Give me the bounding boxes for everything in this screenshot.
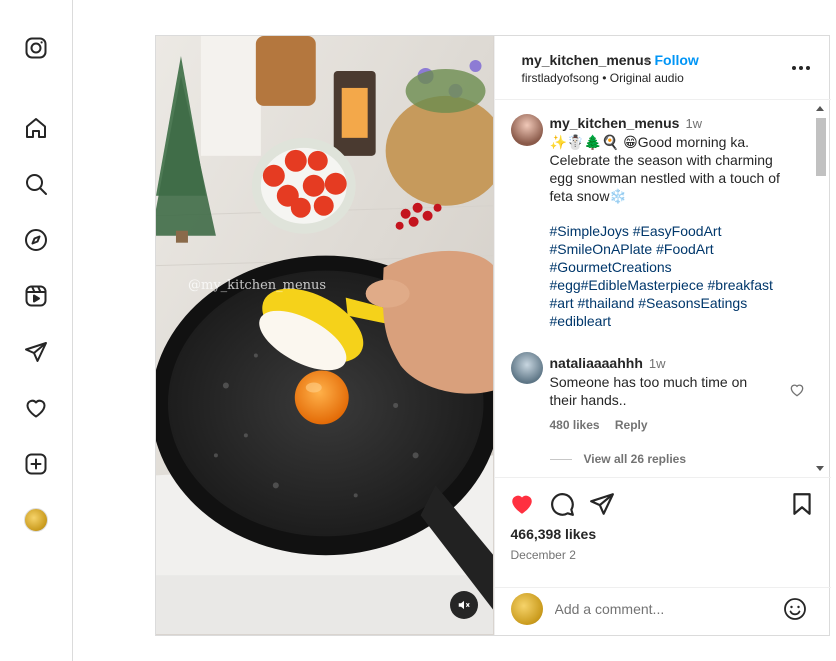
comment-like-heart-icon[interactable] bbox=[789, 382, 805, 398]
explore-icon[interactable] bbox=[22, 226, 50, 254]
post-likes-count[interactable]: 466,398 likes bbox=[511, 526, 597, 542]
share-paper-plane-icon[interactable] bbox=[589, 491, 615, 517]
video-frame bbox=[156, 36, 494, 635]
comment-item: nataliaaaahhh 1w Someone has too much tim… bbox=[550, 354, 775, 409]
follow-button[interactable]: Follow bbox=[655, 52, 699, 68]
caption-text: my_kitchen_menus 1w ✨☃️🌲🍳 😁Good morning k… bbox=[550, 114, 800, 205]
audio-attribution[interactable]: firstladyofsong • Original audio bbox=[522, 71, 684, 85]
home-icon[interactable] bbox=[22, 114, 50, 142]
view-replies-button[interactable]: View all 26 replies bbox=[550, 452, 687, 466]
video-watermark: @my_kitchen_menus bbox=[188, 278, 327, 293]
caption-hashtags[interactable]: #SimpleJoys #EasyFoodArt #SmileOnAPlate … bbox=[550, 222, 800, 330]
scroll-up-arrow-icon[interactable] bbox=[816, 106, 824, 111]
post-actions: 466,398 likes December 2 bbox=[494, 477, 831, 587]
comment-bubble-icon[interactable] bbox=[549, 491, 575, 517]
left-nav bbox=[0, 0, 73, 661]
reels-icon[interactable] bbox=[22, 282, 50, 310]
search-icon[interactable] bbox=[22, 170, 50, 198]
mute-button[interactable] bbox=[449, 591, 478, 619]
post-author-username[interactable]: my_kitchen_menus bbox=[522, 52, 652, 68]
commenter-avatar[interactable] bbox=[510, 352, 543, 384]
post-date[interactable]: December 2 bbox=[511, 548, 576, 562]
more-dots-icon bbox=[798, 66, 803, 70]
caption-time[interactable]: 1w bbox=[685, 116, 702, 131]
comments-list[interactable]: my_kitchen_menus 1w ✨☃️🌲🍳 😁Good morning k… bbox=[495, 100, 831, 477]
messages-icon[interactable] bbox=[22, 338, 50, 366]
comments-scrollbar[interactable] bbox=[815, 100, 827, 477]
avatar bbox=[24, 508, 48, 532]
header-separator: • bbox=[644, 52, 650, 68]
more-options-button[interactable] bbox=[791, 60, 811, 76]
comment-body: Someone has too much time on their hands… bbox=[549, 374, 748, 408]
caption-username[interactable]: my_kitchen_menus bbox=[550, 115, 680, 131]
emoji-picker-icon[interactable] bbox=[783, 597, 807, 621]
comment-reply-button[interactable]: Reply bbox=[615, 418, 648, 432]
add-comment-input[interactable] bbox=[554, 597, 775, 621]
comment-username[interactable]: nataliaaaahhh bbox=[550, 355, 643, 371]
post-dialog: @my_kitchen_menus my_kitchen_menus • Fol… bbox=[155, 35, 831, 636]
comment-likes-count[interactable]: 480 likes bbox=[550, 418, 600, 432]
caption-author-avatar[interactable] bbox=[510, 114, 543, 146]
more-dots-icon bbox=[791, 66, 796, 70]
scroll-down-arrow-icon[interactable] bbox=[816, 466, 824, 471]
instagram-logo-icon[interactable] bbox=[22, 34, 50, 62]
caption-body: ✨☃️🌲🍳 😁Good morning ka. Celebrate the se… bbox=[549, 134, 780, 204]
add-comment-bar bbox=[494, 587, 831, 635]
save-bookmark-icon[interactable] bbox=[789, 491, 815, 517]
comment-time[interactable]: 1w bbox=[649, 356, 666, 371]
post-side-panel: my_kitchen_menus • Follow firstladyofson… bbox=[493, 36, 831, 635]
volume-muted-icon bbox=[458, 600, 470, 610]
post-header: my_kitchen_menus • Follow firstladyofson… bbox=[494, 36, 831, 100]
current-user-avatar bbox=[510, 593, 543, 625]
profile-avatar[interactable] bbox=[22, 506, 50, 534]
view-replies-label: View all 26 replies bbox=[583, 452, 687, 466]
scrollbar-thumb[interactable] bbox=[816, 118, 826, 176]
create-icon[interactable] bbox=[22, 450, 50, 478]
more-dots-icon bbox=[805, 66, 810, 70]
like-heart-icon[interactable] bbox=[509, 491, 535, 517]
notifications-icon[interactable] bbox=[22, 394, 50, 422]
comment-meta: 480 likes Reply bbox=[550, 418, 660, 432]
post-video[interactable]: @my_kitchen_menus bbox=[156, 36, 494, 635]
